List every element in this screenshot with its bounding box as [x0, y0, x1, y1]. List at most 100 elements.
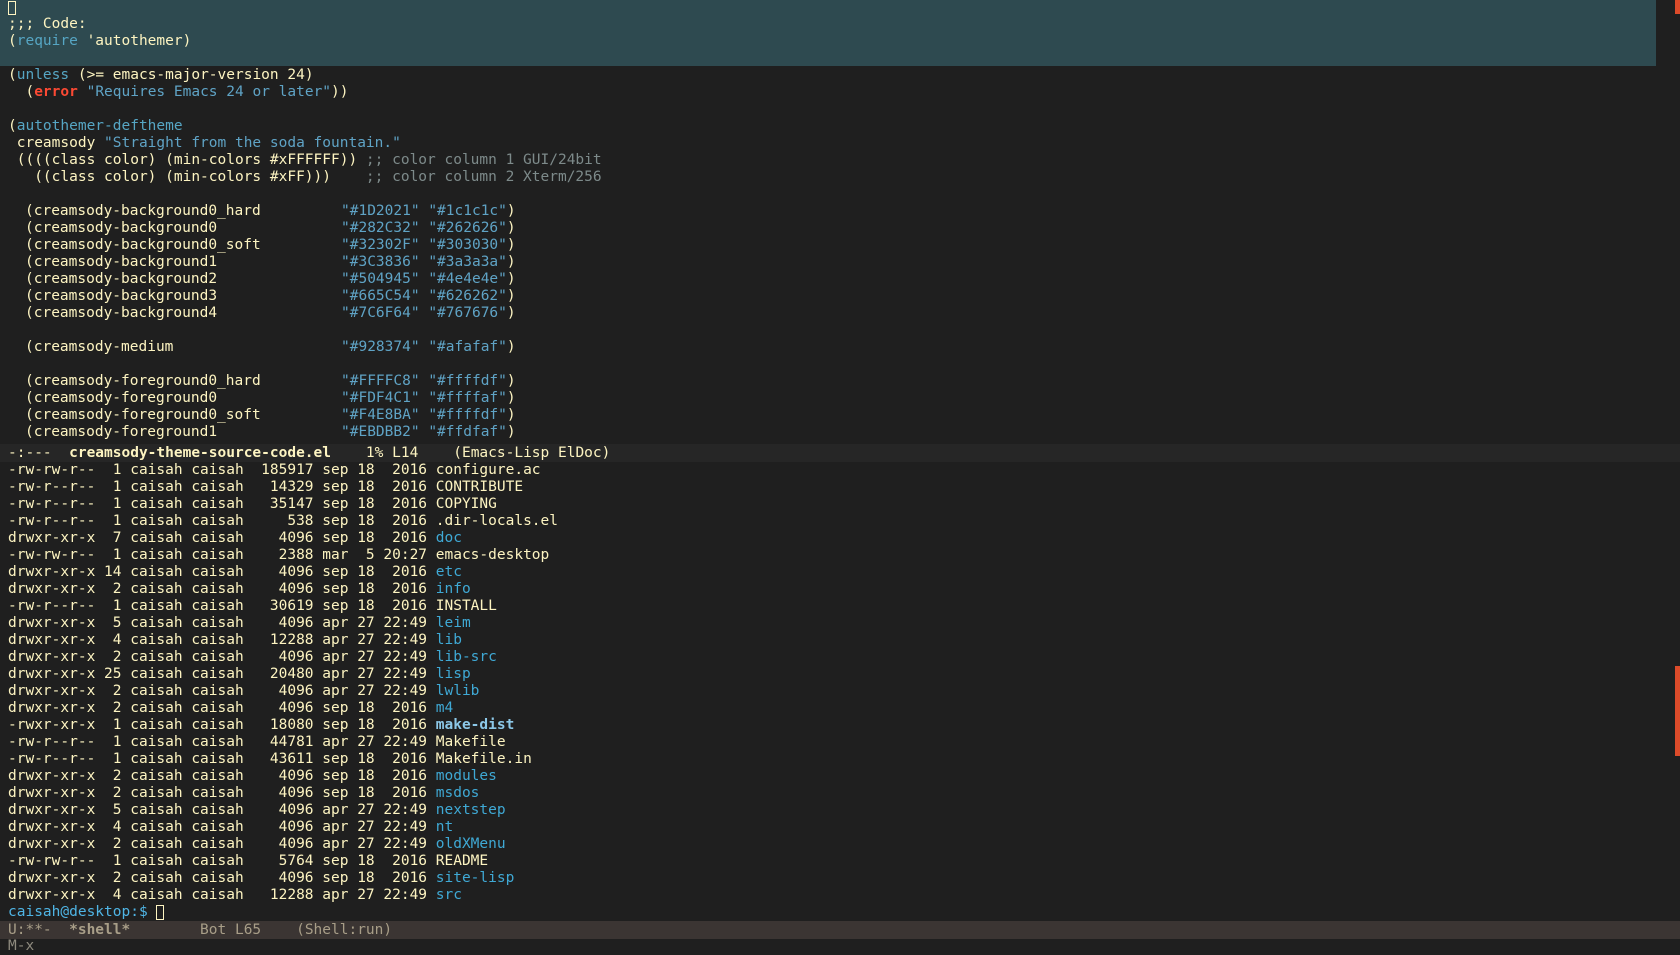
color-gui-value: "#7C6F64": [341, 305, 420, 321]
directory-name: nt: [435, 819, 454, 835]
listing-row: drwxr-xr-x 4 caisah caisah 12288 apr 27 …: [8, 887, 462, 904]
color-gui-value: "#32302F": [341, 237, 420, 253]
keyword: error: [34, 84, 78, 100]
listing-row: drwxr-xr-x 2 caisah caisah 4096 sep 18 2…: [8, 700, 453, 717]
directory-name: lwlib: [435, 683, 480, 699]
code-line: (autothemer-deftheme: [8, 118, 183, 134]
listing-meta: -rw-r--r-- 1 caisah caisah 35147 sep 18 …: [8, 496, 436, 512]
scrollbar-thumb-shell[interactable]: [1675, 666, 1680, 756]
comment: ;; color column 2 Xterm/256: [365, 169, 602, 185]
listing-meta: drwxr-xr-x 5 caisah caisah 4096 apr 27 2…: [8, 802, 436, 818]
directory-name: site-lisp: [435, 870, 515, 886]
color-term-value: "#767676": [428, 305, 507, 321]
listing-row: drwxr-xr-x 4 caisah caisah 12288 apr 27 …: [8, 632, 462, 649]
listing-row: -rw-rw-r-- 1 caisah caisah 185917 sep 18…: [8, 462, 541, 479]
code-line: ;;; Code:: [8, 16, 87, 33]
mode-line-status: U:**-: [8, 922, 70, 938]
scrollbar-thumb-editor[interactable]: [1675, 0, 1680, 14]
color-name: (creamsody-foreground0_soft: [25, 407, 261, 423]
listing-meta: -rwxr-xr-x 1 caisah caisah 18080 sep 18 …: [8, 717, 436, 733]
shell-prompt: caisah@desktop:$: [8, 904, 157, 920]
color-name: (creamsody-background2: [25, 271, 218, 287]
color-definition: (creamsody-background2 "#504945" "#4e4e4e…: [25, 271, 516, 287]
color-gui-value: "#FDF4C1": [341, 390, 420, 406]
color-term-value: "#626262": [428, 288, 507, 304]
color-definition: (creamsody-background3 "#665C54" "#626262…: [25, 288, 516, 304]
color-name: (creamsody-background3: [25, 288, 218, 304]
listing-meta: -rw-rw-r-- 1 caisah caisah 2388 mar 5 20…: [8, 547, 436, 563]
color-term-value: "#303030": [428, 237, 507, 253]
listing-meta: drwxr-xr-x 2 caisah caisah 4096 sep 18 2…: [8, 870, 436, 886]
color-definition: (creamsody-background1 "#3C3836" "#3a3a3a…: [25, 254, 516, 270]
directory-name: leim: [435, 615, 471, 631]
listing-row: drwxr-xr-x 2 caisah caisah 4096 sep 18 2…: [8, 785, 479, 802]
color-name: (creamsody-medium: [25, 339, 174, 355]
listing-row: drwxr-xr-x 2 caisah caisah 4096 sep 18 2…: [8, 768, 497, 785]
color-term-value: "#262626": [428, 220, 507, 236]
color-name: (creamsody-background1: [25, 254, 218, 270]
listing-meta: drwxr-xr-x 4 caisah caisah 4096 apr 27 2…: [8, 819, 436, 835]
color-term-value: "#3a3a3a": [428, 254, 507, 270]
file-name: configure.ac: [435, 462, 541, 478]
color-gui-value: "#665C54": [341, 288, 420, 304]
listing-row: -rwxr-xr-x 1 caisah caisah 18080 sep 18 …: [8, 717, 514, 734]
listing-meta: drwxr-xr-x 2 caisah caisah 4096 sep 18 2…: [8, 581, 436, 597]
color-term-value: "#1c1c1c": [428, 203, 507, 219]
string: "Requires Emacs 24 or later": [86, 84, 332, 100]
code-text: creamsody: [8, 135, 105, 151]
color-definition: (creamsody-foreground0 "#FDF4C1" "#ffffaf…: [25, 390, 516, 406]
mode-line-modes[interactable]: (Emacs-Lisp ElDoc): [453, 445, 610, 461]
file-name: COPYING: [435, 496, 497, 512]
executable-name: make-dist: [435, 717, 515, 733]
listing-meta: drwxr-xr-x 7 caisah caisah 4096 sep 18 2…: [8, 530, 436, 546]
minibuffer[interactable]: M-x: [8, 938, 34, 955]
listing-row: -rw-r--r-- 1 caisah caisah 44781 apr 27 …: [8, 734, 506, 751]
code-text: (>= emacs-major-version 24): [69, 67, 314, 83]
listing-row: drwxr-xr-x 7 caisah caisah 4096 sep 18 2…: [8, 530, 462, 547]
listing-row: drwxr-xr-x 2 caisah caisah 4096 sep 18 2…: [8, 581, 471, 598]
listing-meta: drwxr-xr-x 2 caisah caisah 4096 sep 18 2…: [8, 768, 436, 784]
color-term-value: "#ffffdf": [428, 407, 507, 423]
mode-line-buffer-name[interactable]: *shell*: [69, 922, 130, 938]
mode-line-modes[interactable]: (Shell:run): [296, 922, 392, 938]
listing-row: drwxr-xr-x 2 caisah caisah 4096 sep 18 2…: [8, 870, 514, 887]
color-gui-value: "#EBDBB2": [341, 424, 420, 440]
color-name: (creamsody-background0: [25, 220, 218, 236]
color-name: (creamsody-background0_soft: [25, 237, 261, 253]
directory-name: info: [435, 581, 471, 597]
listing-meta: -rw-rw-r-- 1 caisah caisah 5764 sep 18 2…: [8, 853, 436, 869]
file-name: Makefile: [435, 734, 506, 750]
listing-row: drwxr-xr-x 2 caisah caisah 4096 apr 27 2…: [8, 836, 506, 853]
color-term-value: "#ffffaf": [428, 390, 507, 406]
shell-prompt-line[interactable]: caisah@desktop:$: [8, 904, 165, 921]
mode-line-buffer-name[interactable]: creamsody-theme-source-code.el: [69, 445, 331, 461]
color-term-value: "#afafaf": [428, 339, 507, 355]
file-name: INSTALL: [435, 598, 497, 614]
file-name: emacs-desktop: [435, 547, 550, 563]
code-line: (require 'autothemer): [8, 33, 192, 49]
color-gui-value: "#504945": [341, 271, 420, 287]
keyword: autothemer-deftheme: [16, 118, 183, 134]
color-definition: (creamsody-background0_hard "#1D2021" "#1…: [25, 203, 516, 219]
file-name: CONTRIBUTE: [435, 479, 524, 495]
directory-name: lib-src: [435, 649, 497, 665]
color-gui-value: "#3C3836": [341, 254, 420, 270]
color-gui-value: "#928374": [341, 339, 420, 355]
listing-meta: drwxr-xr-x 2 caisah caisah 4096 sep 18 2…: [8, 785, 436, 801]
region-highlight: [0, 0, 1656, 66]
listing-row: drwxr-xr-x 5 caisah caisah 4096 apr 27 2…: [8, 615, 471, 632]
color-gui-value: "#FFFFC8": [341, 373, 420, 389]
mode-line-editor[interactable]: -:--- creamsody-theme-source-code.el 1% …: [0, 444, 1680, 462]
listing-meta: drwxr-xr-x 2 caisah caisah 4096 sep 18 2…: [8, 700, 436, 716]
listing-meta: -rw-r--r-- 1 caisah caisah 43611 sep 18 …: [8, 751, 436, 767]
listing-row: -rw-rw-r-- 1 caisah caisah 5764 sep 18 2…: [8, 853, 488, 870]
file-name: Makefile.in: [435, 751, 532, 767]
listing-row: -rw-r--r-- 1 caisah caisah 35147 sep 18 …: [8, 496, 497, 513]
listing-row: drwxr-xr-x 2 caisah caisah 4096 apr 27 2…: [8, 683, 479, 700]
mode-line-shell[interactable]: U:**- *shell* Bot L65 (Shell:run): [0, 921, 1680, 939]
code-line: ((((class color) (min-colors #xFFFFFF)) …: [8, 152, 602, 169]
text-cursor: [156, 904, 165, 920]
directory-name: src: [435, 887, 462, 903]
listing-row: drwxr-xr-x 4 caisah caisah 4096 apr 27 2…: [8, 819, 453, 836]
listing-meta: -rw-r--r-- 1 caisah caisah 14329 sep 18 …: [8, 479, 436, 495]
